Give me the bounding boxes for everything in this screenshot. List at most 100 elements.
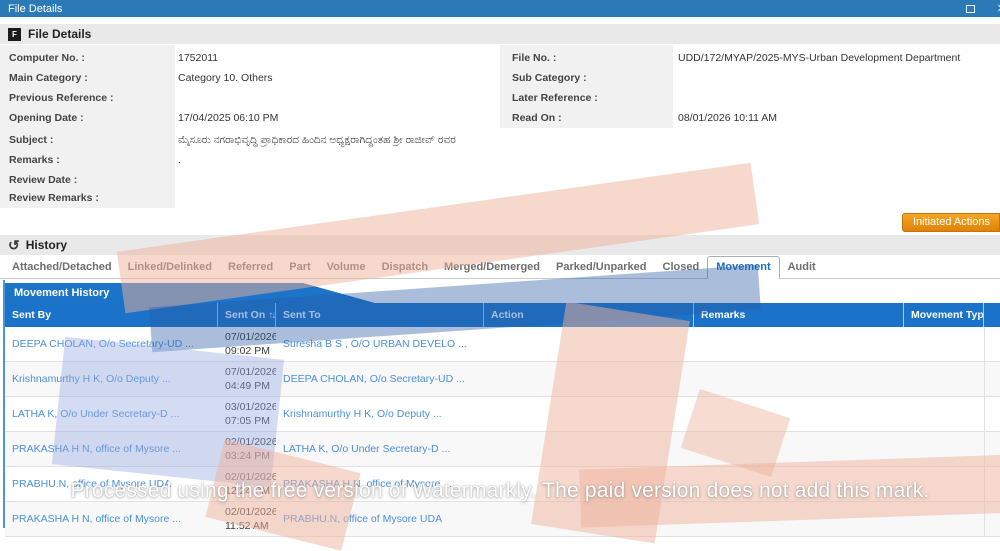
action-cell	[484, 362, 694, 396]
column-header-spacer	[984, 303, 1000, 327]
remarks-cell	[694, 432, 904, 466]
sent-on-cell: 02/01/202603:24 PM	[218, 432, 276, 466]
column-header-sent-to: Sent To	[276, 303, 484, 327]
file-details-section-header: F File Details	[0, 24, 1000, 44]
tab-attached-detached[interactable]: Attached/Detached	[4, 257, 120, 278]
spacer-cell	[984, 327, 1000, 361]
field-value-computer-no: 1752011	[178, 48, 218, 68]
movement-type-cell	[904, 467, 984, 501]
spacer-cell	[984, 432, 1000, 466]
sent-to-link[interactable]: PRAKASHA H N, office of Mysore ...	[276, 467, 484, 501]
tab-referred[interactable]: Referred	[220, 257, 281, 278]
movement-type-cell	[904, 362, 984, 396]
field-value-remarks: .	[178, 150, 181, 170]
movement-table-header: Sent By Sent On↑↓ Sent To Action Remarks…	[5, 303, 1000, 327]
remarks-cell	[694, 362, 904, 396]
action-cell	[484, 467, 694, 501]
history-section-header: ↺ History	[0, 235, 1000, 255]
tab-movement[interactable]: Movement	[707, 256, 779, 279]
field-label-subject: Subject :	[0, 130, 170, 150]
field-label-remarks: Remarks :	[0, 150, 170, 170]
file-details-section-title: File Details	[28, 27, 91, 41]
action-cell	[484, 397, 694, 431]
action-cell	[484, 502, 694, 536]
table-row: DEEPA CHOLAN, O/o Secretary-UD ... 07/01…	[5, 327, 1000, 362]
tab-closed[interactable]: Closed	[655, 257, 708, 278]
field-label-later-reference: Later Reference :	[503, 88, 673, 108]
tab-dispatch[interactable]: Dispatch	[374, 257, 436, 278]
sent-by-link[interactable]: PRAKASHA H N, office of Mysore ...	[5, 502, 218, 536]
movement-type-cell	[904, 502, 984, 536]
table-row: PRAKASHA H N, office of Mysore ... 02/01…	[5, 432, 1000, 467]
tab-linked-delinked[interactable]: Linked/Delinked	[120, 257, 220, 278]
field-label-read-on: Read On :	[503, 108, 673, 128]
field-value-opening-date: 17/04/2025 06:10 PM	[178, 108, 278, 128]
field-label-previous-reference: Previous Reference :	[0, 88, 170, 108]
sent-on-cell: 02/01/202612:24 PM	[218, 467, 276, 501]
sent-on-cell: 07/01/202609:02 PM	[218, 327, 276, 361]
field-label-opening-date: Opening Date :	[0, 108, 170, 128]
column-header-sent-on[interactable]: Sent On↑↓	[218, 303, 276, 327]
column-header-sent-by: Sent By	[5, 303, 218, 327]
action-cell	[484, 327, 694, 361]
spacer-cell	[984, 397, 1000, 431]
sent-to-link[interactable]: PRABHU.N, office of Mysore UDA	[276, 502, 484, 536]
sent-to-link[interactable]: LATHA K, O/o Under Secretary-D ...	[276, 432, 484, 466]
field-value-subject: ಮೈಸೂರು ನಗರಾಭಿವೃದ್ಧಿ ಪ್ರಾಧಿಕಾರದ ಹಿಂದಿನ ಅಧ…	[178, 130, 978, 150]
sent-to-link[interactable]: DEEPA CHOLAN, O/o Secretary-UD ...	[276, 362, 484, 396]
field-value-main-category: Category 10. Others	[178, 68, 273, 88]
table-row: LATHA K, O/o Under Secretary-D ... 03/01…	[5, 397, 1000, 432]
field-label-computer-no: Computer No. :	[0, 48, 170, 68]
sent-to-link[interactable]: Suresha B S , O/O URBAN DEVELO ...	[276, 327, 484, 361]
tab-audit[interactable]: Audit	[780, 257, 824, 278]
table-row: PRABHU.N, office of Mysore UDA 02/01/202…	[5, 467, 1000, 502]
field-label-main-category: Main Category :	[0, 68, 170, 88]
window-controls: ✕	[966, 0, 1000, 17]
sent-by-link[interactable]: Krishnamurthy H K, O/o Deputy ...	[5, 362, 218, 396]
remarks-cell	[694, 502, 904, 536]
sent-by-link[interactable]: PRAKASHA H N, office of Mysore ...	[5, 432, 218, 466]
tab-part[interactable]: Part	[281, 257, 318, 278]
tab-parked-unparked[interactable]: Parked/Unparked	[548, 257, 654, 278]
spacer-cell	[984, 467, 1000, 501]
sent-by-link[interactable]: DEEPA CHOLAN, O/o Secretary-UD ...	[5, 327, 218, 361]
field-label-file-no: File No. :	[503, 48, 673, 68]
movement-history-title: Movement History	[5, 283, 375, 303]
column-header-remarks: Remarks	[694, 303, 904, 327]
sort-icon[interactable]: ↑↓	[268, 310, 274, 321]
table-row: Krishnamurthy H K, O/o Deputy ... 07/01/…	[5, 362, 1000, 397]
field-value-file-no: UDD/172/MYAP/2025-MYS-Urban Development …	[678, 48, 998, 68]
movement-type-cell	[904, 397, 984, 431]
spacer-cell	[984, 502, 1000, 536]
remarks-cell	[694, 327, 904, 361]
sent-by-link[interactable]: LATHA K, O/o Under Secretary-D ...	[5, 397, 218, 431]
table-row: PRAKASHA H N, office of Mysore ... 02/01…	[5, 502, 1000, 537]
initiated-actions-button[interactable]: Initiated Actions	[902, 213, 1000, 232]
movement-history-panel: Movement History Sent By Sent On↑↓ Sent …	[3, 280, 1000, 528]
sent-on-cell: 02/01/202611:52 AM	[218, 502, 276, 536]
column-header-movement-type: Movement Type	[904, 303, 984, 327]
history-section-title: History	[26, 238, 67, 252]
movement-type-cell	[904, 327, 984, 361]
movement-type-cell	[904, 432, 984, 466]
column-header-action: Action	[484, 303, 694, 327]
field-label-sub-category: Sub Category :	[503, 68, 673, 88]
field-label-review-date: Review Date :	[0, 170, 170, 190]
sent-on-cell: 07/01/202604:49 PM	[218, 362, 276, 396]
remarks-cell	[694, 467, 904, 501]
field-label-review-remarks: Review Remarks :	[0, 188, 170, 208]
history-icon: ↺	[8, 238, 20, 252]
window-title: File Details	[8, 3, 62, 15]
tab-merged-demerged[interactable]: Merged/Demerged	[436, 257, 548, 278]
action-cell	[484, 432, 694, 466]
sent-by-link[interactable]: PRABHU.N, office of Mysore UDA	[5, 467, 218, 501]
remarks-cell	[694, 397, 904, 431]
window-titlebar: File Details ✕	[0, 0, 1000, 17]
sent-to-link[interactable]: Krishnamurthy H K, O/o Deputy ...	[276, 397, 484, 431]
field-value-read-on: 08/01/2026 10:11 AM	[678, 108, 777, 128]
history-tabs: Attached/Detached Linked/Delinked Referr…	[0, 256, 1000, 279]
tab-volume[interactable]: Volume	[319, 257, 374, 278]
movement-table-body: DEEPA CHOLAN, O/o Secretary-UD ... 07/01…	[5, 327, 1000, 537]
maximize-icon[interactable]	[966, 5, 975, 13]
sent-on-cell: 03/01/202607:05 PM	[218, 397, 276, 431]
